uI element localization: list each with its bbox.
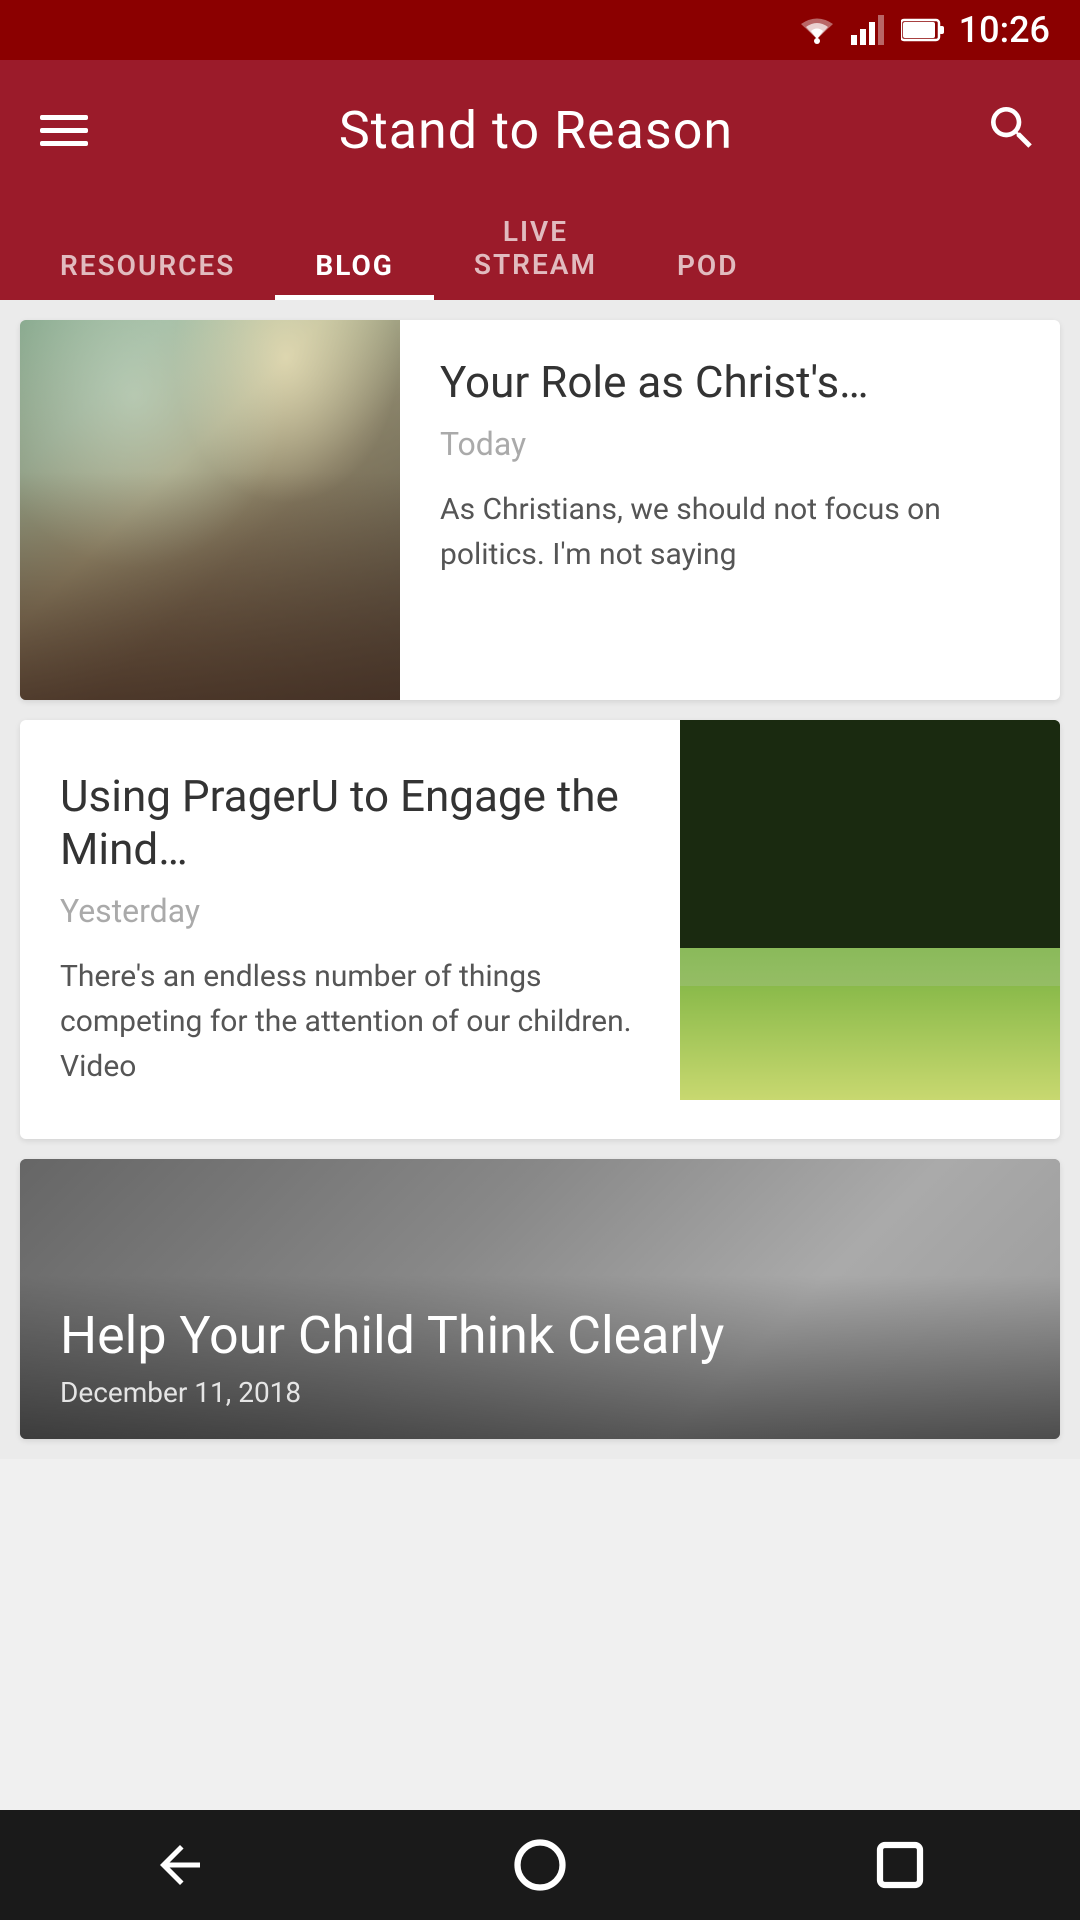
wifi-icon — [797, 15, 837, 45]
blog-post-3[interactable]: Help Your Child Think Clearly December 1… — [20, 1159, 1060, 1439]
app-header: Stand to Reason — [0, 60, 1080, 200]
blog-post-1-body: Your Role as Christ's… Today As Christia… — [400, 320, 1060, 700]
blog-post-1-date: Today — [440, 425, 1020, 463]
tab-blog[interactable]: BLOG — [275, 200, 434, 300]
blog-post-2-excerpt: There's an endless number of things comp… — [60, 954, 640, 1089]
blog-post-2-title: Using PragerU to Engage the Mind… — [60, 770, 640, 876]
tab-livestream[interactable]: LIVESTREAM — [434, 200, 637, 300]
navigation-tabs: RESOURCES BLOG LIVESTREAM POD — [0, 200, 1080, 300]
navigation-bar — [0, 1810, 1080, 1920]
app-title: Stand to Reason — [339, 100, 733, 161]
blog-post-2-image — [680, 720, 1060, 1100]
blog-post-2-body: Using PragerU to Engage the Mind… Yester… — [20, 720, 680, 1139]
status-icons: 10:26 — [797, 9, 1050, 51]
recents-button[interactable] — [870, 1835, 930, 1895]
blog-post-2-date: Yesterday — [60, 892, 640, 930]
search-button[interactable] — [984, 100, 1040, 160]
blog-post-1-image — [20, 320, 400, 700]
blog-post-1[interactable]: Your Role as Christ's… Today As Christia… — [20, 320, 1060, 700]
status-bar: 10:26 — [0, 0, 1080, 60]
tab-podcast[interactable]: POD — [637, 200, 779, 300]
back-button[interactable] — [150, 1835, 210, 1895]
signal-icon — [851, 15, 887, 45]
content-area: Your Role as Christ's… Today As Christia… — [0, 300, 1080, 1459]
battery-icon — [901, 18, 945, 42]
tab-resources[interactable]: RESOURCES — [20, 200, 275, 300]
blog-post-1-title: Your Role as Christ's… — [440, 356, 1020, 409]
forest-image — [680, 720, 1060, 1100]
prayer-image — [20, 320, 400, 700]
menu-button[interactable] — [40, 115, 88, 146]
blog-post-3-overlay: Help Your Child Think Clearly December 1… — [20, 1275, 1060, 1438]
home-button[interactable] — [510, 1835, 570, 1895]
blog-post-3-date: December 11, 2018 — [60, 1376, 1020, 1409]
blog-post-2[interactable]: Using PragerU to Engage the Mind… Yester… — [20, 720, 1060, 1139]
status-time: 10:26 — [959, 9, 1050, 51]
blog-post-3-title: Help Your Child Think Clearly — [60, 1305, 1020, 1367]
blog-post-1-excerpt: As Christians, we should not focus on po… — [440, 487, 1020, 577]
